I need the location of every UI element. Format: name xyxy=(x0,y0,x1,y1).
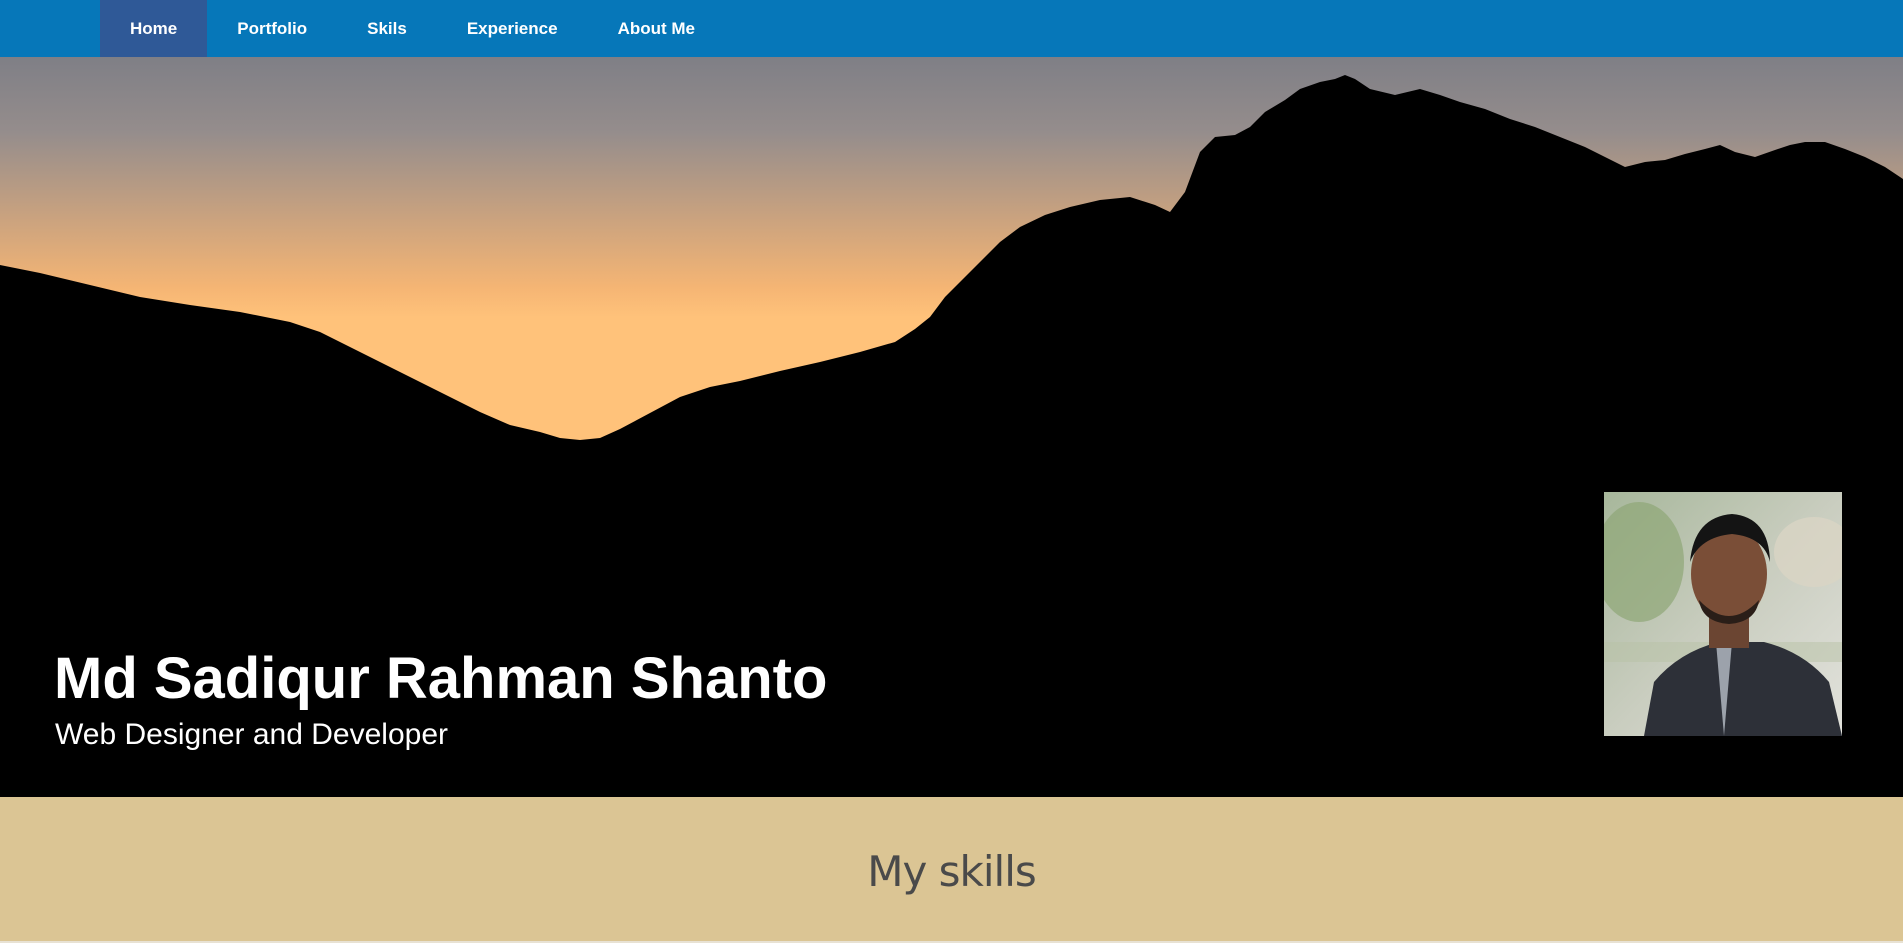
profile-photo xyxy=(1604,492,1842,736)
hero-role-subtitle: Web Designer and Developer xyxy=(55,718,449,751)
skills-heading: My skills xyxy=(867,847,1037,896)
nav-item-label: About Me xyxy=(617,18,695,38)
nav-item-skills[interactable]: Skils xyxy=(337,0,437,57)
nav-item-label: Experience xyxy=(466,18,558,38)
nav-item-label: Portfolio xyxy=(237,18,308,38)
nav-item-home[interactable]: Home xyxy=(100,0,208,57)
nav-item-experience[interactable]: Experience xyxy=(437,0,588,57)
nav-item-about-me[interactable]: About Me xyxy=(588,0,725,57)
skills-section: My skills xyxy=(0,797,1903,943)
hero-name-heading: Md Sadiqur Rahman Shanto xyxy=(54,646,828,711)
nav-item-label: Skils xyxy=(367,18,407,38)
nav-item-label: Home xyxy=(130,18,178,38)
hero-banner: Md Sadiqur Rahman Shanto Web Designer an… xyxy=(0,57,1903,797)
nav-menu: Home Portfolio Skils Experience About Me xyxy=(100,0,725,57)
nav-item-portfolio[interactable]: Portfolio xyxy=(207,0,337,57)
top-navigation: Home Portfolio Skils Experience About Me xyxy=(0,0,1903,57)
profile-photo-image xyxy=(1604,492,1842,736)
